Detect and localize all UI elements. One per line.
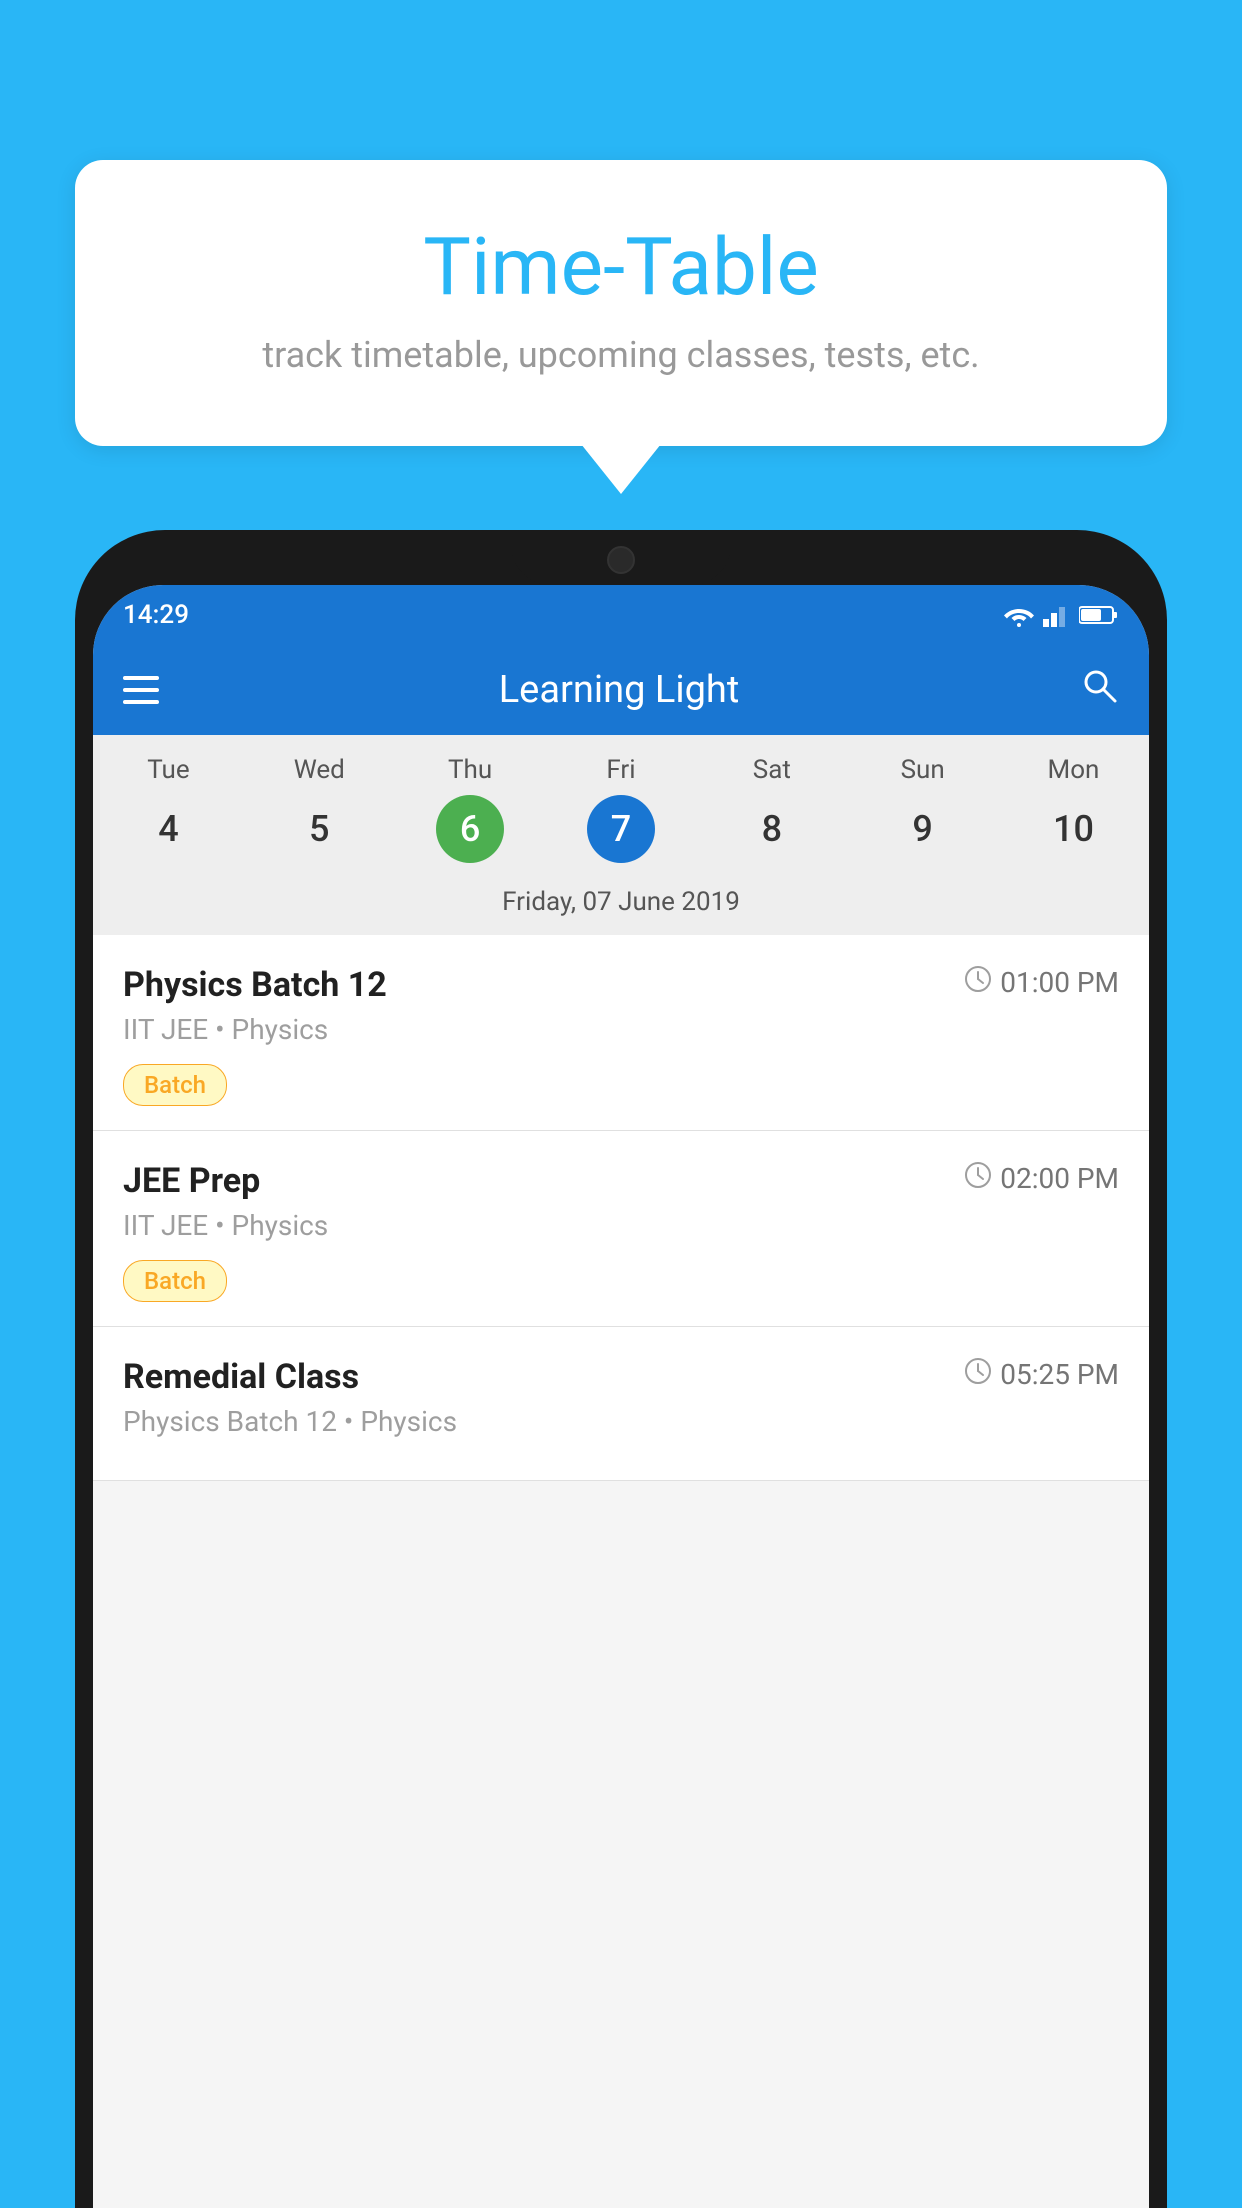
status-bar: 14:29 (93, 585, 1149, 645)
app-title: Learning Light (189, 668, 1049, 712)
day-number[interactable]: 8 (738, 795, 806, 863)
class-card-0[interactable]: Physics Batch 12 01:00 PM IIT JEE • Phys… (93, 935, 1149, 1131)
day-label: Tue (147, 755, 189, 785)
hamburger-menu-icon[interactable] (123, 676, 159, 704)
wifi-icon (1003, 603, 1035, 627)
day-col-sat[interactable]: Sat 8 (696, 755, 847, 863)
class-subtitle: Physics Batch 12 • Physics (123, 1405, 1119, 1438)
phone-frame: 14:29 (75, 530, 1167, 2208)
card-header: Physics Batch 12 01:00 PM (123, 965, 1119, 1005)
batch-badge: Batch (123, 1064, 227, 1106)
class-card-2[interactable]: Remedial Class 05:25 PM Physics Batch 12… (93, 1327, 1149, 1481)
class-time: 01:00 PM (964, 965, 1119, 1000)
clock-icon (964, 965, 992, 1000)
days-row: Tue 4 Wed 5 Thu 6 Fri 7 Sat 8 Sun 9 Mon 10 (93, 755, 1149, 873)
class-time: 02:00 PM (964, 1161, 1119, 1196)
search-icon[interactable] (1079, 665, 1119, 715)
day-number[interactable]: 4 (134, 795, 202, 863)
day-label: Wed (294, 755, 345, 785)
day-label: Mon (1048, 755, 1100, 785)
class-card-1[interactable]: JEE Prep 02:00 PM IIT JEE • Physics Batc… (93, 1131, 1149, 1327)
day-number[interactable]: 9 (889, 795, 957, 863)
class-time: 05:25 PM (964, 1357, 1119, 1392)
day-label: Fri (606, 755, 635, 785)
front-camera (607, 546, 635, 574)
card-header: JEE Prep 02:00 PM (123, 1161, 1119, 1201)
day-col-wed[interactable]: Wed 5 (244, 755, 395, 863)
day-col-fri[interactable]: Fri 7 (546, 755, 697, 863)
battery-icon (1079, 604, 1119, 626)
class-subtitle: IIT JEE • Physics (123, 1013, 1119, 1046)
day-number[interactable]: 5 (285, 795, 353, 863)
class-title: JEE Prep (123, 1161, 260, 1201)
status-time: 14:29 (123, 600, 189, 630)
phone-notch (511, 530, 731, 585)
bubble-title: Time-Table (115, 220, 1127, 314)
calendar-strip: Tue 4 Wed 5 Thu 6 Fri 7 Sat 8 Sun 9 Mon 10 Friday, 07… (93, 735, 1149, 935)
card-header: Remedial Class 05:25 PM (123, 1357, 1119, 1397)
day-number[interactable]: 6 (436, 795, 504, 863)
day-number[interactable]: 7 (587, 795, 655, 863)
class-subtitle: IIT JEE • Physics (123, 1209, 1119, 1242)
day-label: Sun (901, 755, 945, 785)
clock-icon (964, 1357, 992, 1392)
signal-icon (1043, 603, 1071, 627)
status-icons (1003, 603, 1119, 627)
day-col-sun[interactable]: Sun 9 (847, 755, 998, 863)
day-col-thu[interactable]: Thu 6 (395, 755, 546, 863)
day-label: Sat (753, 755, 791, 785)
class-list: Physics Batch 12 01:00 PM IIT JEE • Phys… (93, 935, 1149, 1481)
day-number[interactable]: 10 (1039, 795, 1107, 863)
app-bar: Learning Light (93, 645, 1149, 735)
day-col-tue[interactable]: Tue 4 (93, 755, 244, 863)
batch-badge: Batch (123, 1260, 227, 1302)
selected-date-label: Friday, 07 June 2019 (93, 873, 1149, 935)
phone-screen: 14:29 (93, 585, 1149, 2208)
day-label: Thu (448, 755, 492, 785)
clock-icon (964, 1161, 992, 1196)
day-col-mon[interactable]: Mon 10 (998, 755, 1149, 863)
phone-mockup: 14:29 (75, 530, 1167, 2208)
class-title: Remedial Class (123, 1357, 359, 1397)
speech-bubble-card: Time-Table track timetable, upcoming cla… (75, 160, 1167, 446)
bubble-subtitle: track timetable, upcoming classes, tests… (115, 334, 1127, 376)
class-title: Physics Batch 12 (123, 965, 387, 1005)
